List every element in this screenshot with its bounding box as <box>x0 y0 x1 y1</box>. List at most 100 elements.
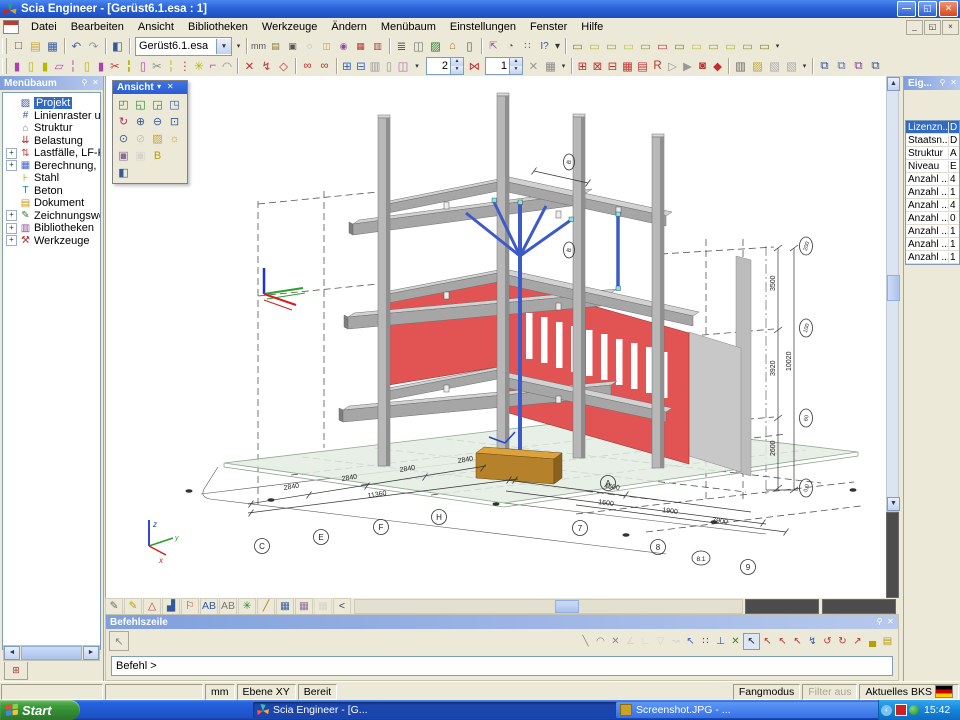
member-join[interactable]: ╎ <box>164 58 178 75</box>
mdi-close-button[interactable]: × <box>942 20 959 35</box>
snap-perpendicular[interactable]: ∟ <box>638 633 653 650</box>
property-row[interactable]: Anzahl ... 1 <box>906 251 959 264</box>
restore-button[interactable]: ◱ <box>918 1 937 17</box>
copy-mirror[interactable]: ⧉ <box>867 58 884 75</box>
labels-abc-add[interactable]: AB <box>200 598 218 615</box>
render-image-off[interactable]: ▣ <box>132 147 149 164</box>
snap-node[interactable]: ↗ <box>850 633 865 650</box>
member-scissors[interactable]: ✂ <box>108 58 122 75</box>
keyboard-entry[interactable]: ▄ <box>865 633 880 650</box>
open-library[interactable]: ▨ <box>749 58 766 75</box>
toggle-panel[interactable]: ◧ <box>109 38 126 55</box>
frame-template-2[interactable]: ▭ <box>586 38 603 55</box>
insert-opening[interactable]: ▱ <box>52 58 66 75</box>
member-arc[interactable]: ◠ <box>220 58 234 75</box>
snap-delete[interactable]: ✕ <box>608 633 623 650</box>
blocks[interactable]: ▦ <box>542 58 559 75</box>
menu-item[interactable]: Fenster <box>523 19 574 35</box>
axonometric[interactable]: △ <box>143 598 161 615</box>
edit-line[interactable]: ↯ <box>258 58 275 75</box>
command-input[interactable]: Befehl > <box>111 656 893 676</box>
insert-beam[interactable]: ▯ <box>24 58 38 75</box>
deformation-scale-spinner[interactable]: 2 ▲▼ <box>426 57 464 75</box>
insert-column[interactable]: ▮ <box>10 58 24 75</box>
member-pair[interactable]: ╏ <box>122 58 136 75</box>
view-cube[interactable]: ◧ <box>115 164 132 181</box>
mdi-document-icon[interactable] <box>3 20 19 34</box>
expander-icon[interactable] <box>6 160 17 171</box>
ruler-3d[interactable]: ╱ <box>257 598 275 615</box>
minimize-button[interactable]: — <box>897 1 916 17</box>
selected-beam[interactable] <box>476 447 562 484</box>
start-button[interactable]: Start <box>0 700 80 720</box>
select-mode[interactable]: ↖ <box>743 633 760 650</box>
property-row[interactable]: Anzahl ... 4 <box>906 199 959 212</box>
model-3d-viewport[interactable]: 2840 2840 2840 2840 11360 4600 1600 1900… <box>105 76 887 598</box>
scrollbar-thumb[interactable] <box>887 275 900 301</box>
clipping-box[interactable]: B <box>149 147 166 164</box>
results-diagram[interactable]: ▟ <box>162 598 180 615</box>
database[interactable]: ▥ <box>732 58 749 75</box>
tree-item[interactable]: ▤ Dokument <box>3 197 100 210</box>
member-bridge[interactable]: ⌐ <box>206 58 220 75</box>
property-row[interactable]: Anzahl ... 1 <box>906 225 959 238</box>
menu-item[interactable]: Bearbeiten <box>64 19 131 35</box>
layers[interactable]: ▤ <box>267 38 284 55</box>
expander-icon[interactable] <box>6 235 17 246</box>
frame-template-1[interactable]: ▭ <box>569 38 586 55</box>
menu-item[interactable]: Datei <box>24 19 64 35</box>
project-combobox[interactable]: Gerüst6.1.esa ▼ <box>135 37 232 56</box>
visibility-lamp[interactable]: ☼ <box>166 130 183 147</box>
snap-intersection[interactable]: ↖ <box>790 633 805 650</box>
load-line[interactable]: ⊠ <box>590 58 605 75</box>
insert-brace[interactable]: ╎ <box>66 58 80 75</box>
scroll-down-icon[interactable]: ▼ <box>887 497 900 511</box>
taskbar-item-screenshot[interactable]: Screenshot.JPG - ... <box>616 702 880 718</box>
tree-item[interactable]: ▨ Projekt <box>3 97 100 110</box>
frame-template-12[interactable]: ▭ <box>756 38 773 55</box>
member-cut[interactable]: ✂ <box>150 58 164 75</box>
taskbar-item-scia[interactable]: Scia Engineer - [G... <box>253 702 617 718</box>
table-composer[interactable]: ▦ <box>295 598 313 615</box>
select-lasso[interactable]: ◌ <box>301 38 318 55</box>
snap-endpoint[interactable]: ↖ <box>760 633 775 650</box>
close-icon[interactable]: ✕ <box>885 617 896 628</box>
units-mm-cm[interactable]: mm <box>250 38 267 55</box>
tray-icon-red[interactable] <box>895 704 907 716</box>
disconnect-members[interactable]: ⊟ <box>354 58 368 75</box>
snap-table[interactable]: ▤ <box>880 633 895 650</box>
redo[interactable]: ↷ <box>85 38 102 55</box>
new-document[interactable]: □ <box>10 38 27 55</box>
load-case-spinner[interactable]: 1 ▲▼ <box>485 57 523 75</box>
table-blue[interactable]: ▦ <box>276 598 294 615</box>
property-row[interactable]: Struktur A <box>906 147 959 160</box>
star-effects[interactable]: ✳ <box>238 598 256 615</box>
snap-cross-green[interactable]: ✕ <box>728 633 743 650</box>
frame-template-5[interactable]: ▭ <box>637 38 654 55</box>
pin-icon[interactable]: ⚲ <box>874 617 885 628</box>
member-tab[interactable]: ▯ <box>136 58 150 75</box>
tree-item[interactable]: ⚒ Werkzeuge <box>3 235 100 248</box>
tray-icon-green[interactable] <box>909 705 919 715</box>
property-row[interactable]: Anzahl ... 0 <box>906 212 959 225</box>
spinner-up-icon[interactable]: ▲ <box>451 58 463 66</box>
raster-settings[interactable]: ▥ <box>369 38 386 55</box>
spinner-down-icon[interactable]: ▼ <box>510 66 522 74</box>
frame-template-11[interactable]: ▭ <box>739 38 756 55</box>
zoom-all[interactable]: ⊙ <box>115 130 132 147</box>
view-donut[interactable]: ◉ <box>335 38 352 55</box>
tray-chevron-icon[interactable]: ‹ <box>881 705 892 716</box>
insert-member-7[interactable]: ▮ <box>94 58 108 75</box>
copy-rotate[interactable]: ⧉ <box>850 58 867 75</box>
scrollbar-thumb[interactable] <box>555 600 579 613</box>
snap-arc-center[interactable]: ↺ <box>820 633 835 650</box>
expander-icon[interactable] <box>6 223 17 234</box>
supports[interactable]: ◫ <box>396 58 410 75</box>
document-preview[interactable]: ▯ <box>461 38 478 55</box>
connect-members[interactable]: ⊞ <box>340 58 354 75</box>
tree-item[interactable]: ▥ Bibliotheken <box>3 222 100 235</box>
render-image[interactable]: ▣ <box>115 147 132 164</box>
view-door[interactable]: ◫ <box>318 38 335 55</box>
spinner-up-icon[interactable]: ▲ <box>510 58 522 66</box>
snap-grid-points[interactable]: ∷ <box>698 633 713 650</box>
